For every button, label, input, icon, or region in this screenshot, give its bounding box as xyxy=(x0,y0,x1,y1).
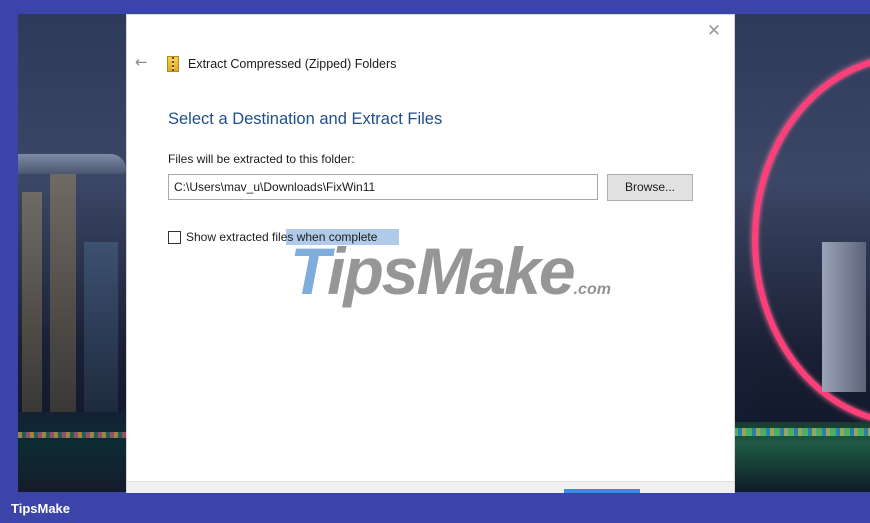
waterfront-lights xyxy=(732,422,870,492)
watermark-letter-t: T xyxy=(290,234,329,308)
hotel-tower xyxy=(22,192,42,412)
tipsmake-watermark: TipsMake.com xyxy=(290,236,611,306)
dialog-title-row: Extract Compressed (Zipped) Folders xyxy=(167,55,396,73)
page-heading: Select a Destination and Extract Files xyxy=(168,110,443,128)
watermark-suffix: .com xyxy=(573,281,611,298)
skypark-deck xyxy=(18,154,126,174)
office-building xyxy=(84,242,118,412)
destination-label: Files will be extracted to this folder: xyxy=(168,152,355,166)
close-icon[interactable]: ✕ xyxy=(704,21,724,41)
extract-dialog: ✕ ← Extract Compressed (Zipped) Folders … xyxy=(127,15,734,494)
destination-path-input[interactable] xyxy=(168,174,598,200)
browse-button[interactable]: Browse... xyxy=(607,174,693,201)
hotel-tower xyxy=(50,172,76,412)
show-files-checkbox[interactable] xyxy=(168,230,181,244)
back-arrow-icon[interactable]: ← xyxy=(135,53,153,71)
watermark-brand: ipsMake xyxy=(327,234,575,308)
wheel-support xyxy=(822,242,866,392)
zip-folder-icon xyxy=(167,56,179,72)
city-skyline xyxy=(18,14,128,492)
caption-bar: TipsMake xyxy=(0,493,870,523)
dialog-title: Extract Compressed (Zipped) Folders xyxy=(188,57,397,71)
ferris-wheel-scene xyxy=(732,14,870,492)
caption-text: TipsMake xyxy=(11,501,71,516)
waterfront-lights xyxy=(18,412,128,492)
